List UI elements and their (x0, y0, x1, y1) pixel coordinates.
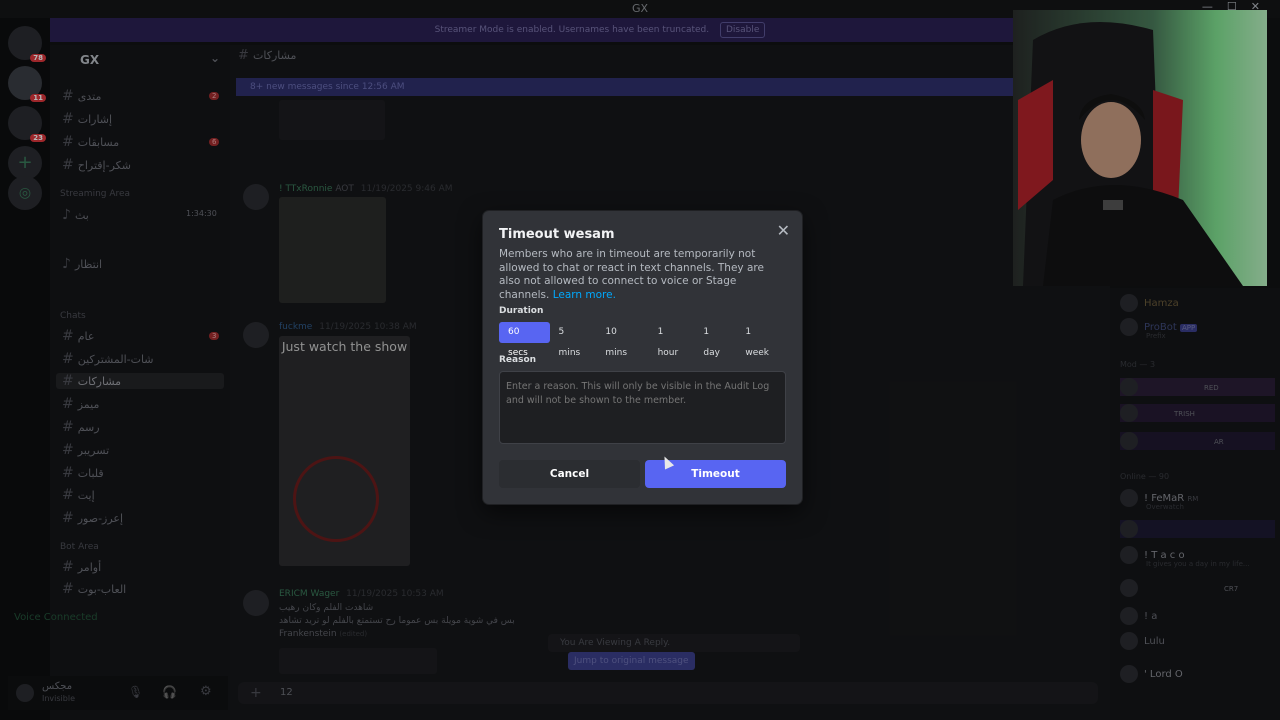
duration-option-10-mins[interactable]: 10 mins (596, 322, 648, 358)
reason-input[interactable] (499, 371, 786, 444)
reason-label: Reason (499, 355, 537, 365)
duration-label: Duration (499, 306, 544, 316)
learn-more-link[interactable]: Learn more. (553, 289, 616, 301)
duration-option-1-week[interactable]: 1 week (736, 322, 785, 358)
modal-description: Members who are in timeout are temporari… (499, 248, 764, 301)
duration-options: 60 secs 5 mins 10 mins 1 hour 1 day 1 we… (499, 322, 785, 358)
cancel-button[interactable]: Cancel (499, 460, 640, 488)
duration-option-5-mins[interactable]: 5 mins (550, 322, 597, 358)
duration-option-60-secs[interactable]: 60 secs (499, 322, 550, 358)
timeout-modal: Timeout wesam ✕ Members who are in timeo… (483, 211, 802, 504)
close-icon[interactable]: ✕ (777, 221, 790, 240)
modal-title: Timeout wesam (499, 227, 615, 242)
duration-option-1-hour[interactable]: 1 hour (649, 322, 695, 358)
duration-option-1-day[interactable]: 1 day (694, 322, 736, 358)
